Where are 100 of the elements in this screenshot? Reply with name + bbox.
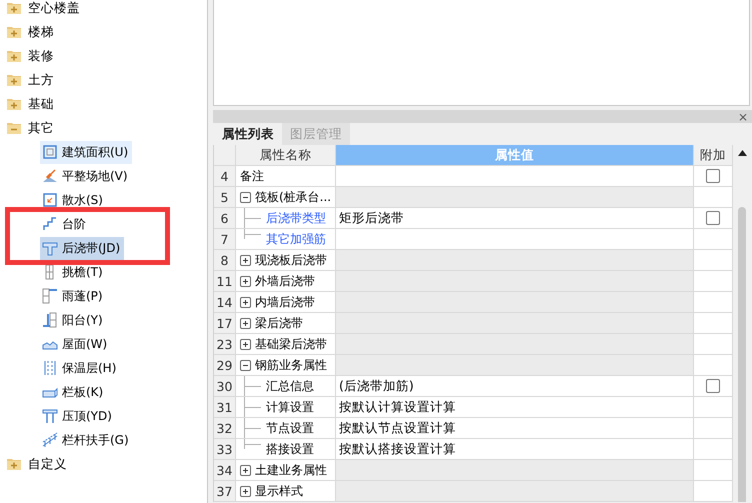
table-cell[interactable] [336,292,694,313]
tree-item[interactable]: 后浇带(JD) [40,236,124,260]
tree-item[interactable]: 挑檐(T) [40,260,107,284]
table-cell [694,250,733,271]
row-number: 32 [214,418,236,439]
tree-line [244,397,261,417]
balcony-icon [42,312,58,328]
tree-item[interactable]: 散水(S) [40,188,107,212]
folder-icon[interactable] [6,49,22,63]
row-number: 14 [214,292,236,313]
row-number: 17 [214,313,236,334]
tree-item[interactable]: 自定义 [28,454,70,474]
property-name: 备注 [240,168,264,184]
property-name: 梁后浇带 [255,314,303,332]
tree-item[interactable]: 建筑面积(U) [40,140,132,164]
tree-item[interactable]: 阳台(Y) [40,308,107,332]
row-number: 6 [214,208,236,229]
property-value[interactable]: 按默认节点设置计算 [336,418,694,439]
canopy-icon [42,288,58,304]
table-cell[interactable] [336,481,694,502]
expand-icon[interactable] [240,464,251,476]
folder-icon[interactable] [6,25,22,39]
tree-item[interactable]: 其它 [28,118,57,138]
checkbox[interactable] [706,169,720,183]
row-number: 11 [214,271,236,292]
property-name: 钢筋业务属性 [255,356,327,374]
table-cell [694,292,733,313]
property-name: 计算设置 [266,398,314,416]
expand-icon[interactable] [240,486,251,496]
tree-item[interactable]: 土方 [28,70,57,90]
dashed-layer-icon [42,360,58,376]
table-cell[interactable] [336,313,694,334]
property-name: 筏板(桩承台... [255,188,332,206]
table-cell [694,439,733,460]
collapse-icon[interactable] [240,360,251,370]
t-beam-icon [42,240,58,256]
property-name: 显示样式 [255,482,303,500]
property-value[interactable]: 按默认搭接设置计算 [336,439,694,460]
shovel-icon [42,168,58,184]
table-cell[interactable] [336,271,694,292]
tree-item[interactable]: 平整场地(V) [40,164,132,188]
property-name: 节点设置 [266,420,314,436]
property-name: 外墙后浇带 [255,272,315,290]
folder-icon[interactable] [6,121,22,135]
tree-item[interactable]: 装修 [28,46,57,66]
table-cell[interactable] [336,355,694,376]
folder-icon[interactable] [6,1,22,15]
tree-item[interactable]: 空心楼盖 [28,0,83,18]
table-cell [694,418,733,439]
expand-icon[interactable] [240,318,251,328]
row-number: 23 [214,334,236,355]
expand-icon[interactable] [240,338,251,350]
close-button[interactable]: × [738,110,748,122]
expand-icon[interactable] [240,254,251,266]
row-number: 31 [214,397,236,418]
tree-item[interactable]: 基础 [28,94,57,114]
property-name: 后浇带类型 [266,210,326,226]
tree-item[interactable]: 台阶 [40,212,90,236]
property-name: 汇总信息 [266,378,314,394]
table-cell[interactable] [336,166,694,187]
folder-icon[interactable] [6,73,22,87]
row-number: 29 [214,355,236,376]
row-number: 5 [214,187,236,208]
table-cell [694,481,733,502]
table-cell[interactable] [336,229,694,250]
expand-icon[interactable] [240,276,251,286]
row-number: 33 [214,439,236,460]
checkbox[interactable] [706,379,720,393]
table-cell[interactable] [336,460,694,481]
tree-item[interactable]: 雨蓬(P) [40,284,107,308]
tree-item[interactable]: 压顶(YD) [40,404,116,428]
folder-icon[interactable] [6,457,22,471]
tree-item[interactable]: 保温层(H) [40,356,120,380]
property-value[interactable]: 矩形后浇带 [336,208,694,229]
tree-item[interactable]: 屋面(W) [40,332,112,356]
expand-icon[interactable] [240,296,251,308]
scroll-up-icon[interactable] [738,150,747,156]
table-cell [694,313,733,334]
table-cell [694,460,733,481]
property-name: 其它加强筋 [266,230,326,248]
tree-item[interactable]: 楼梯 [28,22,57,42]
scroll-thumb[interactable] [738,207,746,502]
column-header[interactable]: 属性名称 [236,145,336,166]
column-header[interactable]: 附加 [694,145,733,166]
tree-item[interactable]: 栏杆扶手(G) [40,428,133,452]
property-value[interactable]: 按默认计算设置计算 [336,397,694,418]
property-name: 土建业务属性 [255,462,327,478]
table-cell[interactable] [336,250,694,271]
property-name: 现浇板后浇带 [255,252,327,268]
folder-icon[interactable] [6,97,22,111]
tree-item[interactable]: 栏板(K) [40,380,108,404]
row-number: 34 [214,460,236,481]
checkbox[interactable] [706,211,720,225]
property-value[interactable]: (后浇带加筋) [336,376,694,397]
steps-icon [42,216,58,232]
table-cell[interactable] [336,334,694,355]
collapse-icon[interactable] [240,192,251,202]
table-cell[interactable] [336,187,694,208]
railing-icon [42,432,58,448]
table-cell [694,271,733,292]
